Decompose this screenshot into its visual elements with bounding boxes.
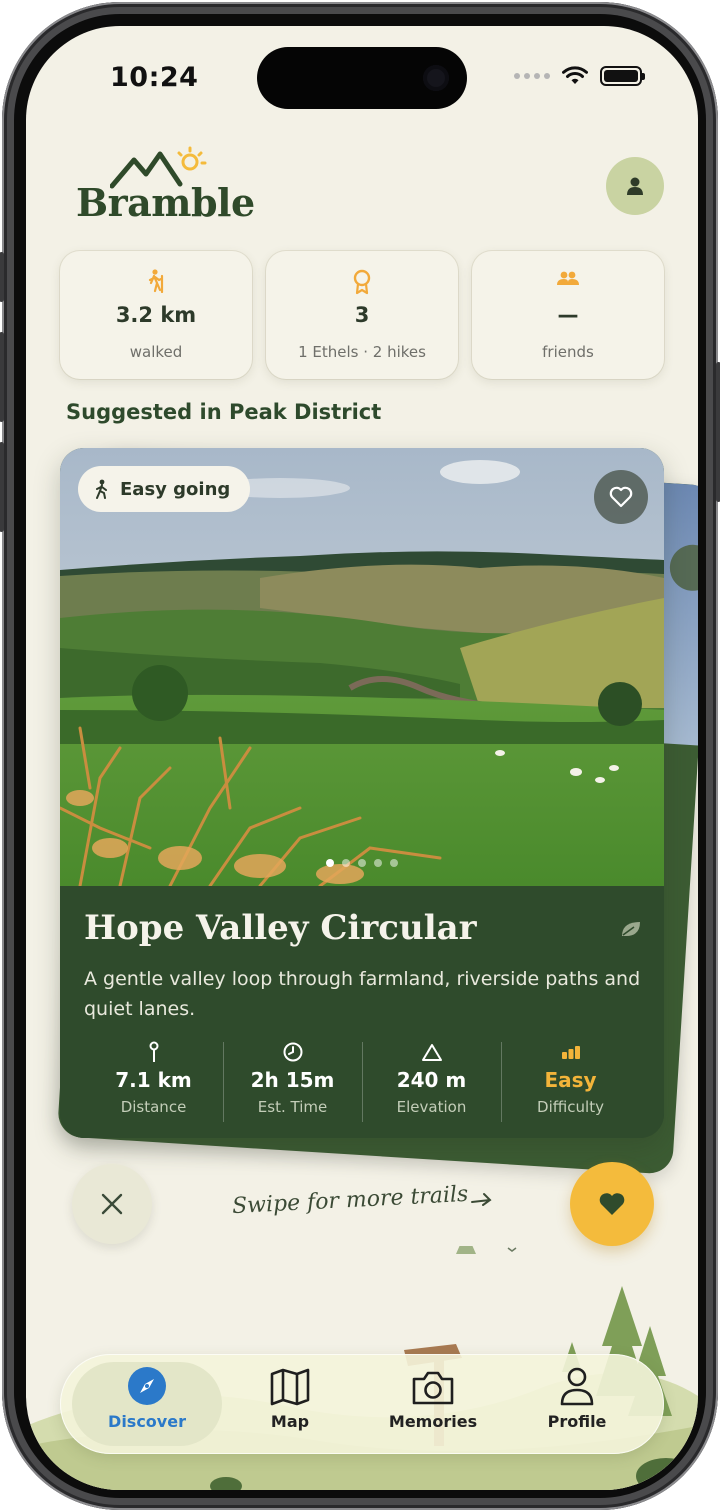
nav-label: Memories <box>388 1412 478 1431</box>
section-title: Suggested in Peak District <box>66 400 382 424</box>
signal-icon <box>514 73 550 79</box>
mountain-icon <box>421 1044 442 1061</box>
nav-map[interactable]: Map <box>215 1362 365 1446</box>
wifi-icon <box>562 66 588 84</box>
trail-description: A gentle valley loop through farmland, r… <box>84 968 641 1020</box>
device-frame: 10:24 Bramble 3.2 km walked 3 1 Ethels ·… <box>0 2 720 1510</box>
bottom-nav: Discover Map Memories Profile <box>60 1354 664 1454</box>
stat-value: 3.2 km <box>115 303 197 327</box>
metric-value: 240 m <box>396 1068 467 1092</box>
person-icon <box>627 177 643 195</box>
nav-discover[interactable]: Discover <box>72 1362 222 1446</box>
arrow-right-icon <box>471 1193 492 1206</box>
stat-achievements: 3 1 Ethels · 2 hikes <box>266 251 458 379</box>
photo-pager[interactable] <box>60 859 664 867</box>
heart-outline-icon <box>609 486 633 508</box>
metric-value: 7.1 km <box>115 1068 192 1092</box>
trail-photo-landscape <box>60 448 664 886</box>
metric-difficulty: Easy Difficulty <box>501 1040 640 1122</box>
trail-metrics: 7.1 km Distance 2h 15m Est. Time 240 m E… <box>84 1040 640 1122</box>
pager-dot[interactable] <box>358 859 366 867</box>
person-icon <box>560 1367 594 1406</box>
nav-label: Map <box>270 1412 310 1431</box>
leaf-icon <box>622 922 640 936</box>
pager-dot[interactable] <box>390 859 398 867</box>
nav-label: Profile <box>547 1412 607 1431</box>
app-screen: 10:24 Bramble 3.2 km walked 3 1 Ethels ·… <box>26 26 698 1490</box>
stat-value: — <box>557 303 579 327</box>
walker-icon <box>96 479 107 499</box>
pager-dot[interactable] <box>374 859 382 867</box>
close-icon <box>101 1193 123 1215</box>
status-indicators <box>514 66 645 86</box>
profile-avatar-button[interactable] <box>606 157 664 215</box>
pager-dot[interactable] <box>326 859 334 867</box>
metric-label: Difficulty <box>537 1098 604 1116</box>
app-logo: Bramble <box>76 146 255 226</box>
metric-elevation: 240 m Elevation <box>362 1040 501 1122</box>
dynamic-island <box>257 47 467 109</box>
map-icon <box>270 1368 310 1406</box>
metric-label: Est. Time <box>257 1098 328 1116</box>
heart-icon <box>599 1193 625 1215</box>
skip-trail-button[interactable] <box>72 1164 152 1244</box>
stat-value: 3 <box>354 303 370 327</box>
trail-info: Hope Valley Circular A gentle valley loo… <box>60 886 664 1138</box>
metric-value: 2h 15m <box>250 1068 335 1092</box>
stat-label: friends <box>542 343 594 361</box>
bars-icon <box>561 1046 580 1059</box>
stat-label: 1 Ethels · 2 hikes <box>298 343 426 361</box>
nav-memories[interactable]: Memories <box>358 1362 508 1446</box>
metric-distance: 7.1 km Distance <box>84 1040 223 1122</box>
stat-walked: 3.2 km walked <box>60 251 252 379</box>
metric-value: Easy <box>544 1068 597 1092</box>
stat-friends: — friends <box>472 251 664 379</box>
trail-card[interactable]: Easy going Hope Valley Circular A gentle… <box>60 448 664 1138</box>
battery-icon <box>600 66 645 86</box>
hiker-icon <box>148 269 164 293</box>
pin-icon <box>149 1041 158 1062</box>
pager-dot[interactable] <box>342 859 350 867</box>
friends-icon <box>557 271 579 285</box>
app-name: Bramble <box>76 180 255 225</box>
trail-photo[interactable]: Easy going <box>60 448 664 886</box>
like-trail-button[interactable] <box>570 1162 654 1246</box>
stat-label: walked <box>129 343 183 361</box>
status-time: 10:24 <box>110 62 199 93</box>
swipe-hint: Swipe for more trails <box>231 1181 469 1220</box>
award-icon <box>353 269 371 295</box>
metric-label: Distance <box>120 1098 187 1116</box>
metric-time: 2h 15m Est. Time <box>223 1040 362 1122</box>
difficulty-badge-label: Easy going <box>120 478 231 500</box>
difficulty-badge: Easy going <box>78 466 251 512</box>
trail-name: Hope Valley Circular <box>84 908 477 948</box>
save-trail-button[interactable] <box>594 470 648 524</box>
nav-label: Discover <box>108 1412 186 1431</box>
compass-icon <box>128 1367 166 1405</box>
camera-icon <box>412 1371 454 1405</box>
metric-label: Elevation <box>396 1098 467 1116</box>
clock-icon <box>283 1042 302 1062</box>
nav-profile[interactable]: Profile <box>502 1362 652 1446</box>
